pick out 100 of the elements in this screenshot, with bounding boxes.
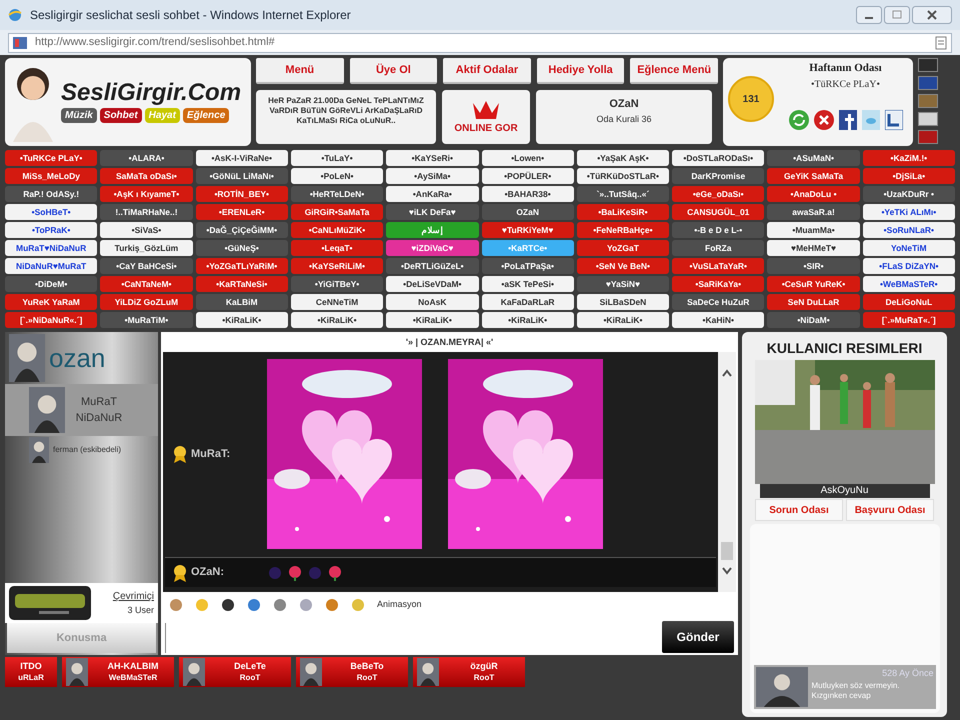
room-button[interactable]: •CaNTaNeM• — [100, 276, 193, 292]
room-button[interactable]: •CaNLıMüZiK• — [290, 222, 384, 238]
room-button[interactable]: •SoRuNLaR• — [862, 222, 955, 238]
room-button[interactable]: Turkiş_GözLüm — [100, 240, 193, 256]
user-card[interactable]: BeBeTo RooT — [296, 657, 408, 687]
room-button[interactable]: •NiDaM• — [767, 312, 860, 328]
room-button[interactable]: •KiRaLiK• — [576, 312, 670, 328]
room-button[interactable]: CANSUGÜL_01 — [672, 204, 764, 220]
room-button[interactable]: •TuRKCe PLaY• — [5, 150, 98, 166]
room-button[interactable]: •ERENLeR• — [196, 204, 288, 220]
room-button[interactable]: •SoHBeT• — [5, 204, 98, 220]
room-button[interactable]: •DiDeM• — [5, 276, 98, 292]
room-button[interactable]: •KaYSeRiLiM• — [290, 258, 384, 274]
room-button[interactable]: •PoLeN• — [290, 168, 384, 184]
room-button[interactable]: •YiGiTBeY• — [290, 276, 384, 292]
room-button[interactable]: •FLaS DiZaYN• — [862, 258, 955, 274]
room-button[interactable]: FoRZa — [672, 240, 764, 256]
room-button[interactable]: •KiRaLiK• — [386, 312, 478, 328]
nav-button[interactable]: Hediye Yolla — [536, 58, 624, 84]
address-field[interactable]: http://www.sesligirgir.com/trend/seslisohbet.html# — [8, 32, 952, 52]
theme-swatch[interactable] — [918, 94, 938, 108]
room-button[interactable]: •Lowen• — [482, 150, 574, 166]
side-button[interactable]: Sorun Odası — [755, 499, 843, 521]
room-button[interactable]: •TuLaY• — [290, 150, 384, 166]
room-button[interactable]: `»..TutSâq..«´ — [576, 186, 670, 202]
room-button[interactable]: ♥YaSiN♥ — [576, 276, 670, 292]
room-button[interactable]: DeLiGoNuL — [862, 294, 955, 310]
room-button[interactable]: •KaRTaNeSi• — [196, 276, 288, 292]
room-button[interactable]: MuRaT♥NiDaNuR — [5, 240, 98, 256]
room-button[interactable]: •DeRTLiGüZeL• — [386, 258, 478, 274]
room-button[interactable]: YoZGaT — [576, 240, 670, 256]
user-card[interactable]: AH-KALBIM WeBMaSTeR — [62, 657, 174, 687]
room-button[interactable]: •BaLiKeSiR• — [576, 204, 670, 220]
room-button[interactable]: awaSaR.a! — [767, 204, 860, 220]
room-button[interactable]: !..TiMaRHaNe..! — [100, 204, 193, 220]
room-button[interactable]: DarKPromise — [672, 168, 764, 184]
room-button[interactable]: •DaĞ_ÇiÇeĞiMM• — [196, 222, 288, 238]
room-button[interactable]: SaMaTa oDaSı• — [100, 168, 193, 184]
room-button[interactable]: ♥iZDiVaC♥ — [386, 240, 478, 256]
room-button[interactable]: •GöNüL LiMaNı• — [196, 168, 288, 184]
room-button[interactable]: SeN DuLLaR — [767, 294, 860, 310]
room-button[interactable]: •DeLiSeVDaM• — [386, 276, 478, 292]
room-button[interactable]: OZaN — [482, 204, 574, 220]
room-button[interactable]: •SiVaS• — [100, 222, 193, 238]
room-button[interactable]: •KiRaLiK• — [290, 312, 384, 328]
room-button[interactable]: ♥MeHMeT♥ — [767, 240, 860, 256]
room-button[interactable]: •DoSTLaRODaSı• — [672, 150, 764, 166]
room-button[interactable]: •BAHAR38• — [482, 186, 574, 202]
room-button[interactable]: KaFaDaRLaR — [482, 294, 574, 310]
room-button[interactable]: •SIR• — [767, 258, 860, 274]
room-button[interactable]: ♥iLK DeFa♥ — [386, 204, 478, 220]
side-button[interactable]: Başvuru Odası — [846, 499, 934, 521]
room-button[interactable]: YiLDiZ GoZLuM — [100, 294, 193, 310]
send-button[interactable]: Gönder — [662, 621, 734, 653]
room-button[interactable]: •PoLaTPaŞa• — [482, 258, 574, 274]
room-button[interactable]: ♥TuRKiYeM♥ — [482, 222, 574, 238]
room-button[interactable]: •KaZiM.!• — [862, 150, 955, 166]
room-button[interactable]: •ROTİN_BEY• — [196, 186, 288, 202]
room-button[interactable]: •-B e D e L-• — [672, 222, 764, 238]
room-button[interactable]: •KiRaLiK• — [196, 312, 288, 328]
room-button[interactable]: GeYiK SaMaTa — [767, 168, 860, 184]
room-button[interactable]: •MuRaTiM• — [100, 312, 193, 328]
room-button[interactable]: •AnKaRa• — [386, 186, 478, 202]
room-button[interactable]: •CeSuR YuReK• — [767, 276, 860, 292]
room-button[interactable]: CeNNeTiM — [290, 294, 384, 310]
user-item[interactable]: MuRaT NiDaNuR — [5, 384, 158, 436]
room-button[interactable]: NiDaNuR♥MuRaT — [5, 258, 98, 274]
room-button[interactable]: MiSs_MeLoDy — [5, 168, 98, 184]
room-button[interactable]: •YaŞaK AşK• — [576, 150, 670, 166]
room-button[interactable]: •DjSiLa• — [862, 168, 955, 184]
room-button[interactable]: •AsK-I-ViRaNe• — [196, 150, 288, 166]
room-button[interactable]: •POPÜLER• — [482, 168, 574, 184]
room-button[interactable]: •ALARA• — [100, 150, 193, 166]
online-label[interactable]: Çevrimiçi — [112, 588, 154, 604]
room-button[interactable]: NoAsK — [386, 294, 478, 310]
room-button[interactable]: [`.»NiDaNuR«.´] — [5, 312, 98, 328]
room-button[interactable]: •AşK ı KıyameT• — [100, 186, 193, 202]
room-button[interactable]: YuReK YaRaM — [5, 294, 98, 310]
room-button[interactable]: •HeRTeLDeN• — [290, 186, 384, 202]
theme-swatch[interactable] — [918, 112, 938, 126]
room-button[interactable]: •FeNeRBaHçe• — [576, 222, 670, 238]
room-button[interactable]: •GüNeŞ• — [196, 240, 288, 256]
room-button[interactable]: [`.»MuRaT«.´] — [862, 312, 955, 328]
room-button[interactable]: •SaRiKaYa• — [672, 276, 764, 292]
room-button[interactable]: •SeN Ve BeN• — [576, 258, 670, 274]
room-button[interactable]: SiLBaSDeN — [576, 294, 670, 310]
room-button[interactable]: GiRGiR•SaMaTa — [290, 204, 384, 220]
room-button[interactable]: •AySiMa• — [386, 168, 478, 184]
theme-swatch[interactable] — [918, 76, 938, 90]
room-button[interactable]: •VuSLaTaYaR• — [672, 258, 764, 274]
room-button[interactable]: •ASuMaN• — [767, 150, 860, 166]
nav-button[interactable]: Eğlence Menü — [630, 58, 718, 84]
nav-button[interactable]: Menü — [256, 58, 344, 84]
nav-button[interactable]: Aktif Odalar — [443, 58, 531, 84]
user-card[interactable]: ITDO uRLaR — [5, 657, 57, 687]
room-button[interactable]: •ToPRaK• — [5, 222, 98, 238]
room-button[interactable]: •YeTKi ALıMı• — [862, 204, 955, 220]
room-button[interactable]: •KiRaLiK• — [482, 312, 574, 328]
room-button[interactable]: YoNeTiM — [862, 240, 955, 256]
room-button[interactable]: •CaY BaHCeSi• — [100, 258, 193, 274]
